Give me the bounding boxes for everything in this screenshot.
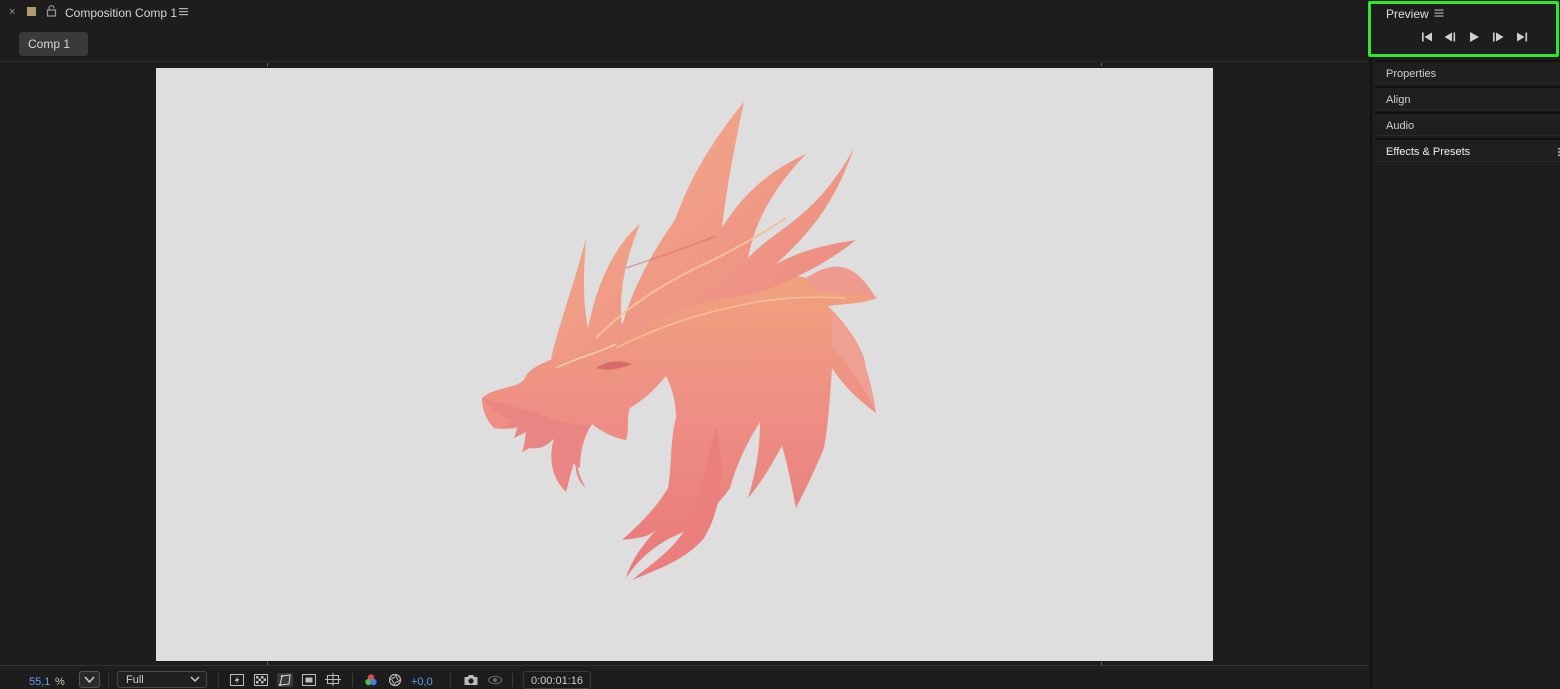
composition-header: × Composition Comp 1 [0,0,1368,26]
panel-properties[interactable]: Properties [1375,60,1560,84]
magnification-value[interactable]: 55,1 [29,670,50,689]
resolution-select[interactable]: Full [117,671,207,688]
composition-canvas[interactable] [156,68,1213,661]
toolbar-divider [450,673,451,687]
panel-effects-presets[interactable]: Effects & Presets [1375,138,1560,162]
panel-audio[interactable]: Audio [1375,112,1560,136]
skip-to-end-icon[interactable] [1515,30,1529,44]
step-forward-icon[interactable] [1491,30,1505,44]
toolbar-divider [512,673,513,687]
panel-audio-label: Audio [1386,120,1415,132]
composition-panel: × Composition Comp 1 Comp 1 55,1 % Full … [0,0,1368,689]
skip-to-start-icon[interactable] [1420,30,1434,44]
panel-menu-icon[interactable] [1434,8,1444,18]
preview-panel: Preview [1372,0,1560,60]
ruler-tick [267,63,268,66]
magnification-dropdown[interactable] [79,671,100,688]
step-back-icon[interactable] [1443,30,1457,44]
panel-properties-label: Properties [1386,68,1437,80]
composition-toolbar: 55,1 % Full +0,0 0:00:01:16 [0,665,1368,689]
composition-title: Composition Comp 1 [65,6,178,20]
chevron-down-icon [84,676,95,684]
panel-align[interactable]: Align [1375,86,1560,110]
toolbar-divider [218,673,219,687]
dragon-artwork [482,102,878,580]
composition-viewer[interactable] [0,63,1368,665]
resolution-value: Full [126,674,144,686]
composition-tab-row: Comp 1 [0,26,1368,62]
color-channels-icon[interactable] [363,673,379,687]
grid-guides-icon[interactable] [325,673,341,687]
show-snapshot-icon[interactable] [487,673,503,687]
label-color-swatch[interactable] [27,7,36,16]
mask-path-icon[interactable] [277,673,293,687]
chevron-down-icon [190,676,200,682]
fast-preview-icon[interactable] [229,673,245,687]
current-time-display[interactable]: 0:00:01:16 [523,671,591,689]
region-of-interest-icon[interactable] [301,673,317,687]
reset-exposure-icon[interactable] [387,673,403,687]
right-panel-column: Preview Properties Align Audio Effects &… [1370,0,1560,689]
panel-align-label: Align [1386,94,1411,106]
tab-comp-1[interactable]: Comp 1 [19,32,88,56]
play-icon[interactable] [1467,30,1481,44]
exposure-value[interactable]: +0,0 [411,676,433,688]
panel-effects-presets-label: Effects & Presets [1386,146,1471,158]
snapshot-camera-icon[interactable] [463,673,479,687]
lock-icon[interactable] [46,5,57,17]
ruler-tick [1101,63,1102,66]
close-tab-icon[interactable]: × [9,6,15,18]
transparency-grid-icon[interactable] [253,673,269,687]
panel-menu-icon[interactable] [178,6,189,17]
preview-title[interactable]: Preview [1386,7,1429,21]
toolbar-divider [108,673,109,687]
magnification-unit: % [55,676,65,688]
toolbar-divider [352,673,353,687]
